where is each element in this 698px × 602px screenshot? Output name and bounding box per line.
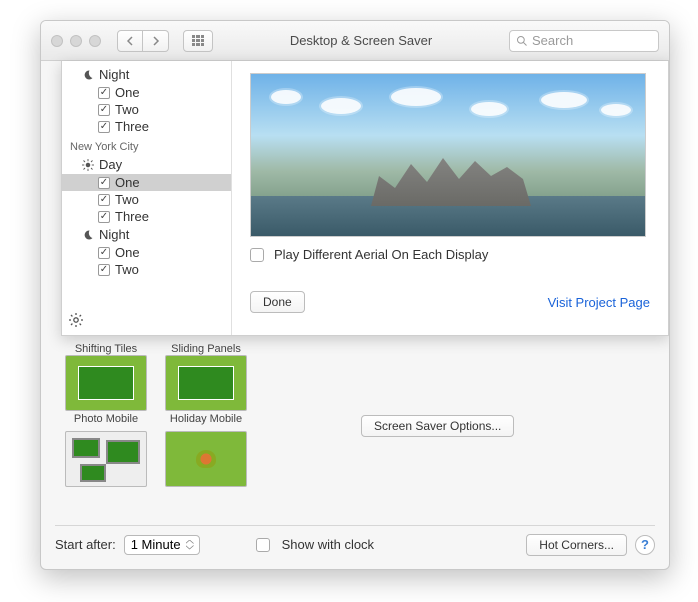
search-icon — [516, 35, 528, 47]
locations-sidebar: Night One Two Three New York City Day On… — [62, 61, 232, 335]
saver-label: Photo Mobile — [65, 413, 147, 425]
item-label: Three — [115, 209, 149, 224]
section-label: Day — [99, 157, 122, 172]
window-title: Desktop & Screen Saver — [221, 33, 501, 48]
sun-icon — [82, 159, 94, 171]
search-placeholder: Search — [532, 33, 573, 48]
grid-icon — [192, 35, 204, 47]
nav-buttons — [117, 30, 169, 52]
item-label: One — [115, 175, 140, 190]
section-night[interactable]: Night — [62, 65, 231, 84]
start-after-select[interactable]: 1 Minute — [124, 535, 200, 555]
play-different-checkbox[interactable] — [250, 248, 264, 262]
traffic-lights — [51, 35, 101, 47]
aerial-config-sheet: Night One Two Three New York City Day On… — [61, 61, 669, 336]
video-item[interactable]: Two — [62, 101, 231, 118]
video-item[interactable]: Three — [62, 208, 231, 225]
show-clock-checkbox[interactable] — [256, 538, 270, 552]
moon-icon — [82, 69, 94, 81]
clouds-decoration — [251, 84, 645, 144]
checkbox[interactable] — [98, 194, 110, 206]
section-day[interactable]: Day — [62, 155, 231, 174]
checkbox[interactable] — [98, 87, 110, 99]
saver-label: Shifting Tiles — [65, 343, 147, 355]
thumbnail-icon — [165, 355, 247, 411]
checkbox[interactable] — [98, 211, 110, 223]
section-label: Night — [99, 67, 129, 82]
item-label: One — [115, 85, 140, 100]
start-after-value: 1 Minute — [131, 537, 181, 552]
thumbnail-icon — [65, 431, 147, 487]
gear-icon — [68, 312, 84, 328]
checkbox[interactable] — [98, 121, 110, 133]
section-label: Night — [99, 227, 129, 242]
saver-label: Sliding Panels — [165, 343, 247, 355]
forward-button[interactable] — [143, 30, 169, 52]
saver-photo-mobile[interactable] — [65, 431, 147, 487]
thumbnail-icon — [65, 355, 147, 411]
search-field[interactable]: Search — [509, 30, 659, 52]
location-group: New York City — [62, 135, 231, 155]
show-clock-label: Show with clock — [282, 537, 374, 552]
minimize-dot[interactable] — [70, 35, 82, 47]
saver-shifting-tiles[interactable]: Shifting Tiles Photo Mobile — [65, 341, 147, 425]
hot-corners-button[interactable]: Hot Corners... — [526, 534, 627, 556]
zoom-dot[interactable] — [89, 35, 101, 47]
moon-icon — [82, 229, 94, 241]
item-label: Two — [115, 102, 139, 117]
back-button[interactable] — [117, 30, 143, 52]
video-item[interactable]: Two — [62, 191, 231, 208]
video-item[interactable]: Two — [62, 261, 231, 278]
play-different-label: Play Different Aerial On Each Display — [274, 247, 488, 262]
thumbnail-icon — [165, 431, 247, 487]
done-button[interactable]: Done — [250, 291, 305, 313]
video-item[interactable]: Three — [62, 118, 231, 135]
video-item[interactable]: One — [62, 84, 231, 101]
settings-gear-button[interactable] — [68, 312, 84, 331]
checkbox[interactable] — [98, 104, 110, 116]
saver-holiday-mobile[interactable] — [165, 431, 247, 487]
help-button[interactable]: ? — [635, 535, 655, 555]
item-label: Two — [115, 262, 139, 277]
item-label: Three — [115, 119, 149, 134]
checkbox[interactable] — [98, 177, 110, 189]
item-label: Two — [115, 192, 139, 207]
section-night[interactable]: Night — [62, 225, 231, 244]
play-different-row: Play Different Aerial On Each Display — [250, 247, 488, 262]
saver-label: Holiday Mobile — [165, 413, 247, 425]
screensaver-options-button[interactable]: Screen Saver Options... — [361, 415, 514, 437]
screensaver-thumbnails: Shifting Tiles Photo Mobile Sliding Pane… — [65, 341, 315, 493]
visit-project-link[interactable]: Visit Project Page — [548, 295, 650, 310]
start-after-label: Start after: — [55, 537, 116, 552]
video-item-selected[interactable]: One — [62, 174, 231, 191]
item-label: One — [115, 245, 140, 260]
bottom-bar: Start after: 1 Minute Show with clock Ho… — [55, 525, 655, 555]
chevron-right-icon — [152, 36, 160, 46]
chevron-left-icon — [126, 36, 134, 46]
prefs-window: Desktop & Screen Saver Search Shifting T… — [40, 20, 670, 570]
checkbox[interactable] — [98, 247, 110, 259]
skyline-decoration — [371, 146, 531, 206]
video-preview — [250, 73, 646, 237]
checkbox[interactable] — [98, 264, 110, 276]
show-all-button[interactable] — [183, 30, 213, 52]
video-item[interactable]: One — [62, 244, 231, 261]
titlebar: Desktop & Screen Saver Search — [41, 21, 669, 61]
close-dot[interactable] — [51, 35, 63, 47]
saver-sliding-panels[interactable]: Sliding Panels Holiday Mobile — [165, 341, 247, 425]
